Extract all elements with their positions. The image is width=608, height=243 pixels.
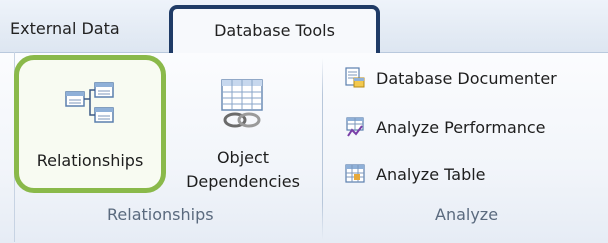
analyze-table-label: Analyze Table: [376, 164, 486, 184]
tab-external-data[interactable]: External Data: [10, 19, 120, 38]
database-documenter-icon: [345, 67, 365, 88]
database-documenter-label: Database Documenter: [376, 68, 557, 88]
analyze-table-button[interactable]: Analyze Table: [344, 160, 486, 188]
relationships-button[interactable]: Relationships: [14, 55, 166, 193]
analyze-performance-icon: [346, 117, 364, 137]
analyze-group-label: Analyze: [435, 205, 499, 224]
database-documenter-button[interactable]: Database Documenter: [344, 64, 557, 92]
object-dependencies-label-line1: Object: [216, 148, 270, 167]
object-dependencies-icon: [221, 79, 263, 128]
relationships-group-label: Relationships: [107, 205, 214, 224]
analyze-performance-button[interactable]: Analyze Performance: [344, 113, 546, 141]
tab-database-tools[interactable]: Database Tools: [169, 5, 380, 53]
analyze-performance-label: Analyze Performance: [376, 117, 546, 137]
relationships-icon: [65, 82, 114, 123]
object-dependencies-label-line2: Dependencies: [186, 172, 300, 191]
analyze-table-icon: [345, 164, 365, 183]
relationships-button-label: Relationships: [36, 151, 144, 170]
tab-database-tools-label: Database Tools: [214, 20, 335, 40]
group-separator: [322, 58, 323, 240]
object-dependencies-button[interactable]: Object Dependencies: [168, 60, 318, 200]
